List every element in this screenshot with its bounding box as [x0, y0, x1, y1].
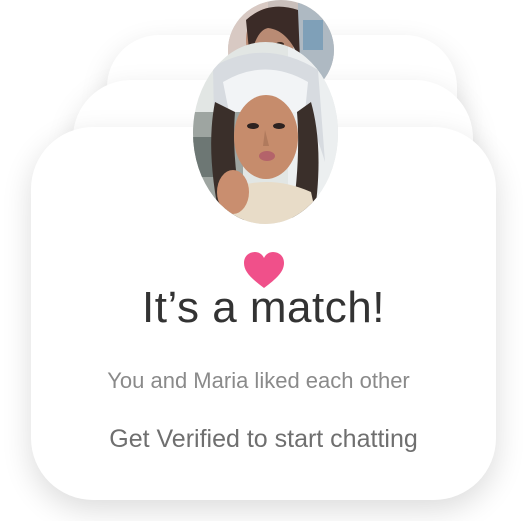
get-verified-link[interactable]: Get Verified to start chatting — [0, 425, 527, 454]
avatar-maria — [193, 42, 338, 224]
match-subtitle: You and Maria liked each other — [107, 368, 410, 393]
match-dialog: It’s a match! You and Maria liked each o… — [0, 0, 527, 521]
match-title: It’s a match! — [142, 283, 385, 332]
